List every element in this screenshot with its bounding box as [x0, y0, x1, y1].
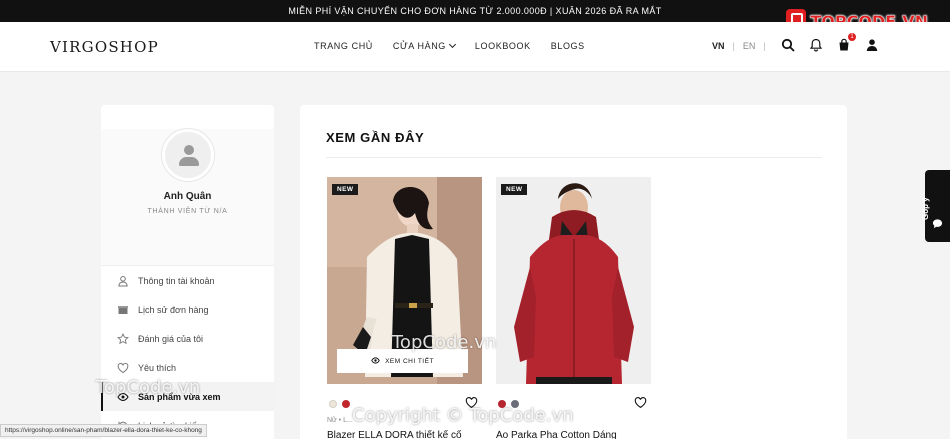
- user-icon[interactable]: [865, 38, 879, 52]
- nav-blogs[interactable]: BLOGS: [551, 41, 585, 51]
- sidebar-item-recently-viewed[interactable]: Sản phẩm vừa xem: [101, 382, 274, 411]
- title-divider: [326, 157, 822, 158]
- member-since: THÀNH VIÊN TỪ N/A: [147, 208, 228, 215]
- page-title: XEM GẦN ĐÂY: [326, 130, 425, 145]
- sidebar-item-label: Sản phẩm vừa xem: [138, 391, 221, 402]
- cart-icon[interactable]: 1: [837, 33, 856, 52]
- site-header: VIRGOSHOP TRANG CHỦ CỬA HÀNG LOOKBOOK BL…: [0, 22, 950, 72]
- feedback-label: Góp ý: [921, 197, 930, 220]
- language-switch: VN | EN |: [712, 41, 766, 51]
- nav-shop[interactable]: CỬA HÀNG: [392, 40, 456, 51]
- nav-home-label: TRANG CHỦ: [314, 41, 373, 51]
- lang-en[interactable]: EN: [743, 41, 756, 51]
- site-logo[interactable]: VIRGOSHOP: [50, 38, 159, 56]
- header-icons: 1: [781, 33, 879, 52]
- star-icon: [117, 332, 129, 345]
- nav-shop-label: CỬA HÀNG: [392, 41, 446, 51]
- chevron-down-icon: [448, 40, 456, 49]
- search-icon[interactable]: [781, 38, 795, 52]
- nav-home[interactable]: TRANG CHỦ: [314, 41, 373, 51]
- color-swatch[interactable]: [498, 400, 506, 408]
- wishlist-heart-icon[interactable]: [634, 396, 647, 414]
- sidebar-item-label: Lịch sử đơn hàng: [138, 304, 209, 315]
- main-nav: TRANG CHỦ CỬA HÀNG LOOKBOOK BLOGS: [314, 40, 585, 51]
- quick-view-button[interactable]: XEM CHI TIẾT: [337, 349, 468, 373]
- product-image[interactable]: NEW: [496, 177, 651, 384]
- bell-icon[interactable]: [809, 38, 823, 52]
- nav-lookbook[interactable]: LOOKBOOK: [475, 41, 531, 51]
- feedback-tab[interactable]: Góp ý: [921, 170, 950, 242]
- lang-vn[interactable]: VN: [712, 41, 725, 51]
- eye-icon: [371, 356, 380, 367]
- nav-lookbook-label: LOOKBOOK: [474, 41, 531, 51]
- sidebar-item-account-info[interactable]: Thông tin tài khoản: [101, 266, 274, 295]
- product-name[interactable]: Blazer ELLA DORA thiết kế cổ: [327, 430, 477, 439]
- profile-name: Anh Quân: [163, 191, 212, 202]
- chat-icon: [932, 219, 943, 229]
- color-swatch[interactable]: [511, 400, 519, 408]
- sidebar-item-label: Đánh giá của tôi: [138, 333, 204, 344]
- product-image[interactable]: NEW XEM CHI TIẾT: [327, 177, 482, 384]
- product-name[interactable]: Áo Parka Pha Cotton Dáng: [496, 430, 646, 439]
- profile-card: Anh Quân THÀNH VIÊN TỪ N/A: [101, 129, 274, 266]
- link-preview-statusbar: https://virgoshop.online/san-pham/blazer…: [0, 424, 207, 437]
- color-swatches: [498, 400, 519, 408]
- sidebar-item-favorites[interactable]: Yêu thích: [101, 353, 274, 382]
- new-badge: NEW: [501, 184, 528, 195]
- sidebar-item-label: Yêu thích: [138, 362, 177, 373]
- nav-blogs-label: BLOGS: [550, 41, 585, 51]
- product-meta: Nữ • L...: [327, 417, 353, 424]
- cart-count-badge: 1: [848, 33, 856, 41]
- recently-viewed-panel: XEM GẦN ĐÂY NEW XEM CHI TIẾT Nữ • L... B…: [300, 105, 847, 439]
- quick-view-label: XEM CHI TIẾT: [385, 357, 434, 365]
- wishlist-heart-icon[interactable]: [465, 396, 478, 414]
- sidebar-item-orders[interactable]: Lịch sử đơn hàng: [101, 295, 274, 324]
- promo-text: MIỄN PHÍ VẬN CHUYỂN CHO ĐƠN HÀNG TỪ 2.00…: [288, 6, 662, 16]
- sidebar-item-reviews[interactable]: Đánh giá của tôi: [101, 324, 274, 353]
- lang-separator: |: [732, 41, 735, 51]
- product-card[interactable]: NEW XEM CHI TIẾT Nữ • L... Blazer ELLA D…: [327, 177, 482, 439]
- account-menu: Thông tin tài khoản Lịch sử đơn hàng Đán…: [101, 266, 274, 439]
- color-swatch[interactable]: [329, 400, 337, 408]
- lang-separator-2: |: [763, 41, 766, 51]
- avatar: [161, 129, 214, 181]
- product-card[interactable]: NEW Áo Parka Pha Cotton Dáng: [496, 177, 651, 439]
- eye-icon: [117, 391, 129, 403]
- product-photo-parka: [496, 177, 651, 384]
- new-badge: NEW: [332, 184, 359, 195]
- user-outline-icon: [117, 275, 129, 287]
- heart-icon: [117, 362, 129, 374]
- sidebar-item-label: Thông tin tài khoản: [138, 275, 215, 286]
- box-icon: [117, 304, 129, 316]
- account-sidebar: Anh Quân THÀNH VIÊN TỪ N/A Thông tin tài…: [101, 105, 274, 439]
- color-swatch[interactable]: [342, 400, 350, 408]
- color-swatches: [329, 400, 350, 408]
